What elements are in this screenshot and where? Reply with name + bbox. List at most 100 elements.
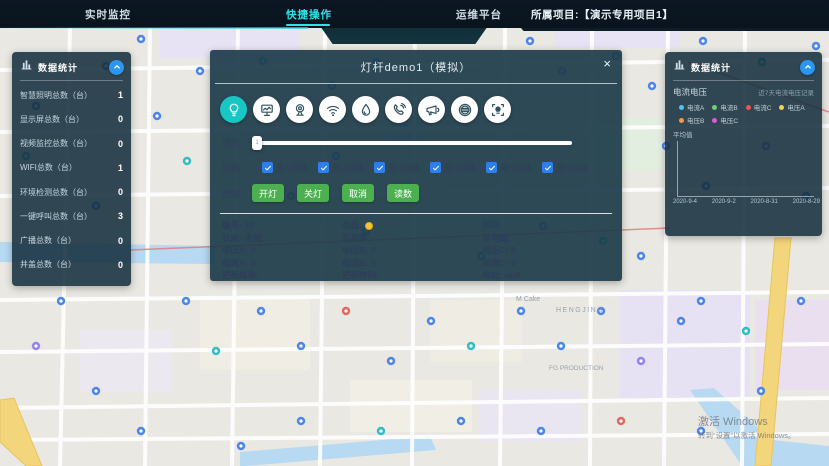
legend-current-a[interactable]: 电流A	[679, 102, 704, 112]
map-poi-marker-dot	[519, 309, 522, 312]
circuit-checkbox-1[interactable]: 第1回路	[262, 161, 308, 174]
map-poi-marker-dot	[650, 84, 653, 87]
phone-call-icon[interactable]	[385, 96, 412, 123]
checkbox-checked-icon	[430, 162, 441, 173]
stats-icon	[673, 58, 686, 76]
circuit-checkbox-2[interactable]: 第2回路	[318, 161, 364, 174]
chart-collapse-button[interactable]	[800, 60, 815, 75]
tab-quick-actions[interactable]: 快捷操作	[286, 7, 332, 22]
stat-value: 0	[118, 114, 123, 124]
wifi-icon[interactable]	[319, 96, 346, 123]
stats-icon	[20, 58, 33, 76]
close-icon[interactable]: ×	[603, 57, 611, 70]
map-poi-marker-dot	[429, 319, 432, 322]
stat-label: 智慧照明总数（台）	[20, 90, 92, 101]
legend-dot	[712, 118, 717, 123]
checkbox-checked-icon	[486, 162, 497, 173]
circuit-label: 第4回路	[444, 161, 476, 174]
info-total-power: 总功率:	[342, 233, 482, 244]
map-poi-marker-dot	[139, 429, 142, 432]
map-label: HENGJING	[556, 307, 604, 314]
legend-voltage-b[interactable]: 电压B	[679, 115, 704, 125]
stat-value: 1	[118, 90, 123, 100]
smart-city-dashboard: M Cake HENGJING FG PRODUCTION 激活 Windows…	[0, 0, 829, 466]
stats-panel-title: 数据统计	[38, 61, 109, 74]
chart-section-title: 电流电压	[673, 86, 707, 98]
security-light-icon[interactable]	[484, 96, 511, 123]
x-tick: 2020-8-31	[751, 199, 778, 205]
stat-value: 0	[118, 236, 123, 246]
tab-ops-platform[interactable]: 运维平台	[456, 7, 502, 22]
broadcast-megaphone-icon[interactable]	[418, 96, 445, 123]
tab-realtime-monitor[interactable]: 实时监控	[85, 7, 131, 22]
info-online: 在线:	[342, 220, 482, 231]
chart-plot-area	[677, 141, 814, 197]
legend-dot	[679, 118, 684, 123]
map-poi-marker-dot	[184, 299, 187, 302]
circuit-checkbox-5[interactable]: 第5回路	[486, 161, 532, 174]
dimming-label: 调光:	[222, 136, 252, 149]
camera-icon[interactable]	[286, 96, 313, 123]
map-poi-marker-dot	[759, 389, 762, 392]
info-current-b: 电流B:0	[342, 258, 482, 269]
checkbox-checked-icon	[374, 162, 385, 173]
dimming-slider[interactable]: 1	[252, 141, 572, 145]
project-label: 所属项目:【演示专用项目1】	[531, 7, 673, 22]
legend-dot	[679, 105, 684, 110]
circuit-label: 第2回路	[332, 161, 364, 174]
legend-current-b[interactable]: 电流B	[712, 102, 737, 112]
stat-label: WIFI总数（台）	[20, 162, 77, 173]
topbar-accent-line	[0, 27, 308, 29]
circuit-label: 第3回路	[388, 161, 420, 174]
cancel-button[interactable]: 取消	[342, 184, 374, 202]
watermark-subtitle: 转到“设置”以激活 Windows。	[698, 430, 796, 441]
chart-x-axis: 2020-9-4 2020-9-2 2020-8-31 2020-8-29	[665, 197, 822, 205]
display-screen-icon[interactable]	[253, 96, 280, 123]
circuit-checkbox-6[interactable]: 第6回路	[542, 161, 588, 174]
map-poi-marker-dot	[539, 429, 542, 432]
legend-current-c[interactable]: 电流C	[746, 102, 772, 112]
info-voltage-b: 电压B:0	[342, 245, 482, 256]
chart-legend: 电流A 电流B 电流C 电压A 电压B 电压C	[665, 98, 822, 125]
map-poi-marker-dot	[299, 419, 302, 422]
stats-collapse-button[interactable]	[109, 60, 124, 75]
map-label: FG PRODUCTION	[549, 365, 604, 372]
info-total-energy: 总电能:	[482, 233, 610, 244]
control-label: 控制:	[222, 187, 252, 200]
stats-panel: 数据统计 智慧照明总数（台） 1 显示屏总数（台） 0 视频监控总数（台） 0	[12, 52, 131, 286]
legend-dot	[746, 105, 751, 110]
legend-voltage-c[interactable]: 电压C	[712, 115, 738, 125]
stat-label: 一键呼叫总数（台）	[20, 211, 92, 222]
info-current-a: 电流A:0	[222, 258, 342, 269]
circuit-label: 第5回路	[500, 161, 532, 174]
map-poi-marker-dot	[155, 114, 158, 117]
dimming-slider-handle[interactable]: 1	[252, 136, 262, 150]
info-state: 状态:未知	[222, 233, 342, 244]
info-current-c: 电流C:0	[482, 258, 610, 269]
info-address: 地址:null	[482, 270, 610, 281]
map-poi-marker-dot	[701, 39, 704, 42]
manhole-cover-icon[interactable]	[451, 96, 478, 123]
dimming-row: 调光: 1	[210, 136, 622, 149]
checkbox-checked-icon	[542, 162, 553, 173]
chart-subtitle: 近7天电流电压记录	[758, 87, 814, 97]
stat-label: 广播总数（台）	[20, 235, 76, 246]
map-label: M Cake	[516, 296, 540, 303]
map-poi-marker-dot	[214, 349, 217, 352]
x-tick: 2020-8-29	[793, 199, 820, 205]
x-tick: 2020-9-4	[673, 199, 697, 205]
light-bulb-icon[interactable]	[220, 96, 247, 123]
legend-voltage-a[interactable]: 电压A	[779, 102, 804, 112]
environment-droplet-icon[interactable]	[352, 96, 379, 123]
circuit-checkbox-4[interactable]: 第4回路	[430, 161, 476, 174]
map-poi-marker-dot	[639, 359, 642, 362]
read-values-button[interactable]: 读数	[387, 184, 419, 202]
circuit-checkbox-3[interactable]: 第3回路	[374, 161, 420, 174]
map-poi-marker-dot	[469, 344, 472, 347]
light-off-button[interactable]: 关灯	[297, 184, 329, 202]
device-icon-row	[210, 84, 622, 123]
modal-title: 灯杆demo1（模拟）	[210, 50, 622, 75]
circuit-label: 第6回路	[556, 161, 588, 174]
light-on-button[interactable]: 开灯	[252, 184, 284, 202]
active-tab-underline	[286, 24, 330, 26]
